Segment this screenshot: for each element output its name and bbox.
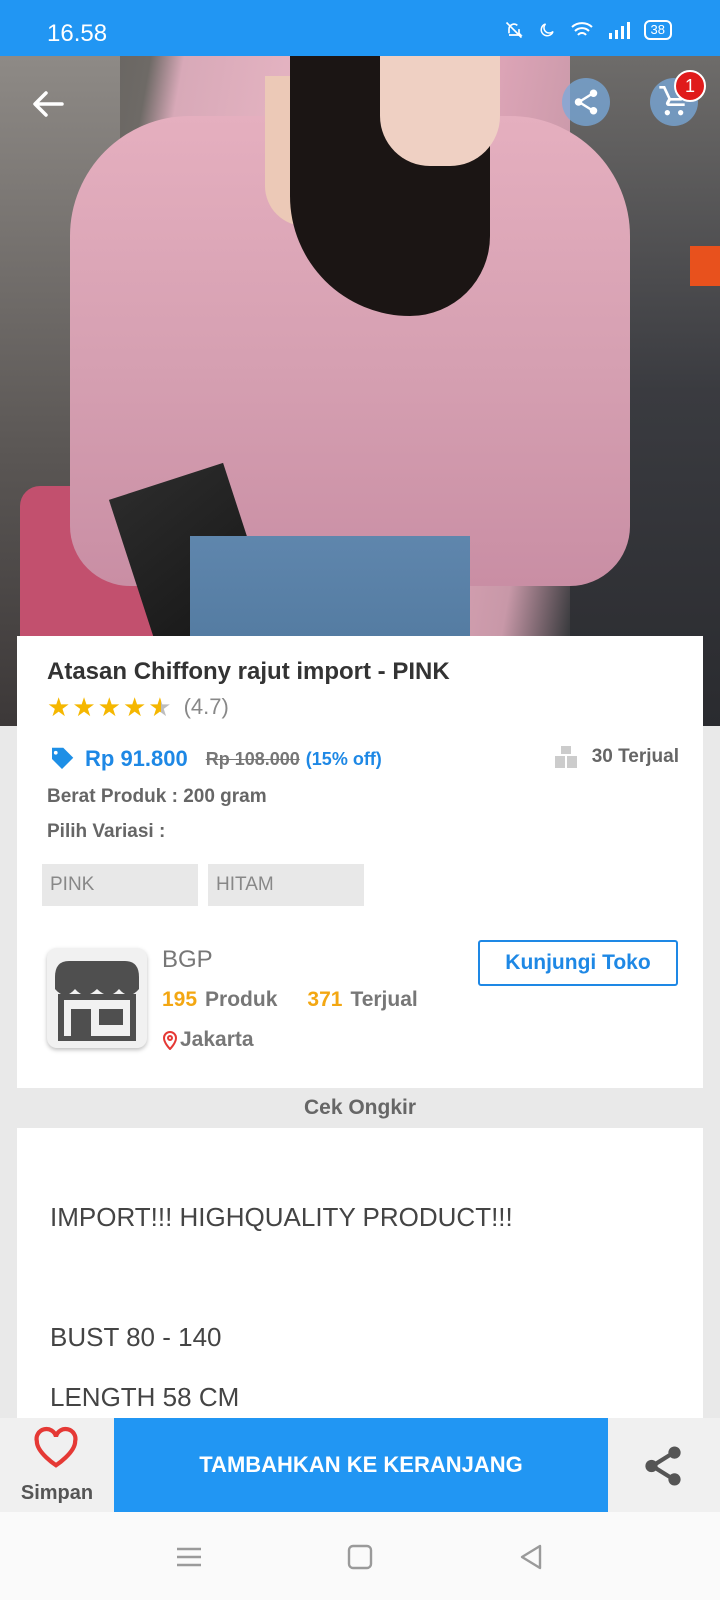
star-icon: ★ <box>97 692 121 722</box>
sold-text: 30 Terjual <box>591 746 679 767</box>
store-logo[interactable] <box>47 948 147 1048</box>
back-triangle-icon[interactable] <box>516 1542 546 1572</box>
variant-option-hitam[interactable]: HITAM <box>208 864 364 906</box>
variant-label: Pilih Variasi : <box>47 821 166 842</box>
half-star-icon: ★ <box>148 692 172 722</box>
store-location: Jakarta <box>162 1028 254 1052</box>
rating-stars: ★ ★ ★ ★ ★ (4.7) <box>47 694 229 720</box>
status-bar: 16.58 38 <box>0 0 720 56</box>
star-icon: ★ <box>72 692 96 722</box>
save-button[interactable]: Simpan <box>0 1418 114 1512</box>
store-sold-count: 371 <box>307 988 343 1011</box>
heart-icon <box>34 1426 78 1468</box>
description-line: IMPORT!!! HIGHQUALITY PRODUCT!!! <box>50 1202 513 1232</box>
star-icon: ★ <box>47 692 71 722</box>
moon-icon <box>540 23 554 37</box>
stats-spacer <box>285 988 299 1012</box>
image-hand <box>380 56 500 166</box>
product-title: Atasan Chiffony rajut import - PINK <box>47 658 450 685</box>
share-icon[interactable] <box>640 1442 686 1490</box>
check-shipping-link[interactable]: Cek Ongkir <box>0 1088 720 1128</box>
store-name[interactable]: BGP <box>162 946 213 974</box>
current-price: Rp 91.800 <box>85 746 188 771</box>
price-row: Rp 91.800 Rp 108.000 (15% off) <box>47 744 382 774</box>
discount-label: (15% off) <box>305 748 382 769</box>
rating-value: (4.7) <box>183 694 229 719</box>
wifi-icon <box>570 22 593 36</box>
store-sold-label: Terjual <box>350 988 418 1011</box>
signal-icon <box>608 22 630 39</box>
save-label: Simpan <box>20 1482 94 1504</box>
product-description: IMPORT!!! HIGHQUALITY PRODUCT!!! BUST 80… <box>17 1128 703 1418</box>
share-button-top[interactable] <box>562 78 610 126</box>
store-stats: 195 Produk 371 Terjual <box>162 988 418 1012</box>
bottom-action-bar: Simpan TAMBAHKAN KE KERANJANG <box>0 1418 720 1512</box>
store-icon <box>55 961 139 1041</box>
home-icon[interactable] <box>345 1542 375 1572</box>
mute-bell-icon <box>505 21 523 39</box>
store-product-label: Produk <box>205 988 278 1011</box>
product-weight: Berat Produk : 200 gram <box>47 786 267 807</box>
variant-option-pink[interactable]: PINK <box>42 864 198 906</box>
image-orange-object <box>690 246 720 286</box>
back-arrow-icon[interactable] <box>28 84 68 124</box>
sold-count: 30 Terjual <box>554 744 679 770</box>
product-info-card: Atasan Chiffony rajut import - PINK ★ ★ … <box>17 636 703 1088</box>
add-to-cart-button[interactable]: TAMBAHKAN KE KERANJANG <box>114 1418 608 1512</box>
cart-count-badge: 1 <box>674 70 706 102</box>
product-image[interactable] <box>0 56 720 726</box>
description-line: BUST 80 - 140 <box>50 1322 222 1352</box>
star-icon: ★ <box>122 692 147 722</box>
status-time: 16.58 <box>47 20 108 47</box>
share-icon <box>574 89 598 115</box>
price-tag-icon <box>52 747 74 769</box>
status-icons: 38 <box>504 20 672 40</box>
menu-icon[interactable] <box>174 1542 204 1572</box>
store-location-text: Jakarta <box>180 1028 254 1051</box>
visit-store-button[interactable]: Kunjungi Toko <box>478 940 678 986</box>
location-pin-icon <box>162 1031 178 1050</box>
battery-indicator: 38 <box>643 20 672 40</box>
original-price: Rp 108.000 <box>205 748 300 769</box>
store-product-count: 195 <box>162 988 198 1011</box>
system-nav-bar <box>0 1512 720 1600</box>
sold-boxes-icon <box>554 746 577 768</box>
description-line: LENGTH 58 CM <box>50 1382 240 1412</box>
